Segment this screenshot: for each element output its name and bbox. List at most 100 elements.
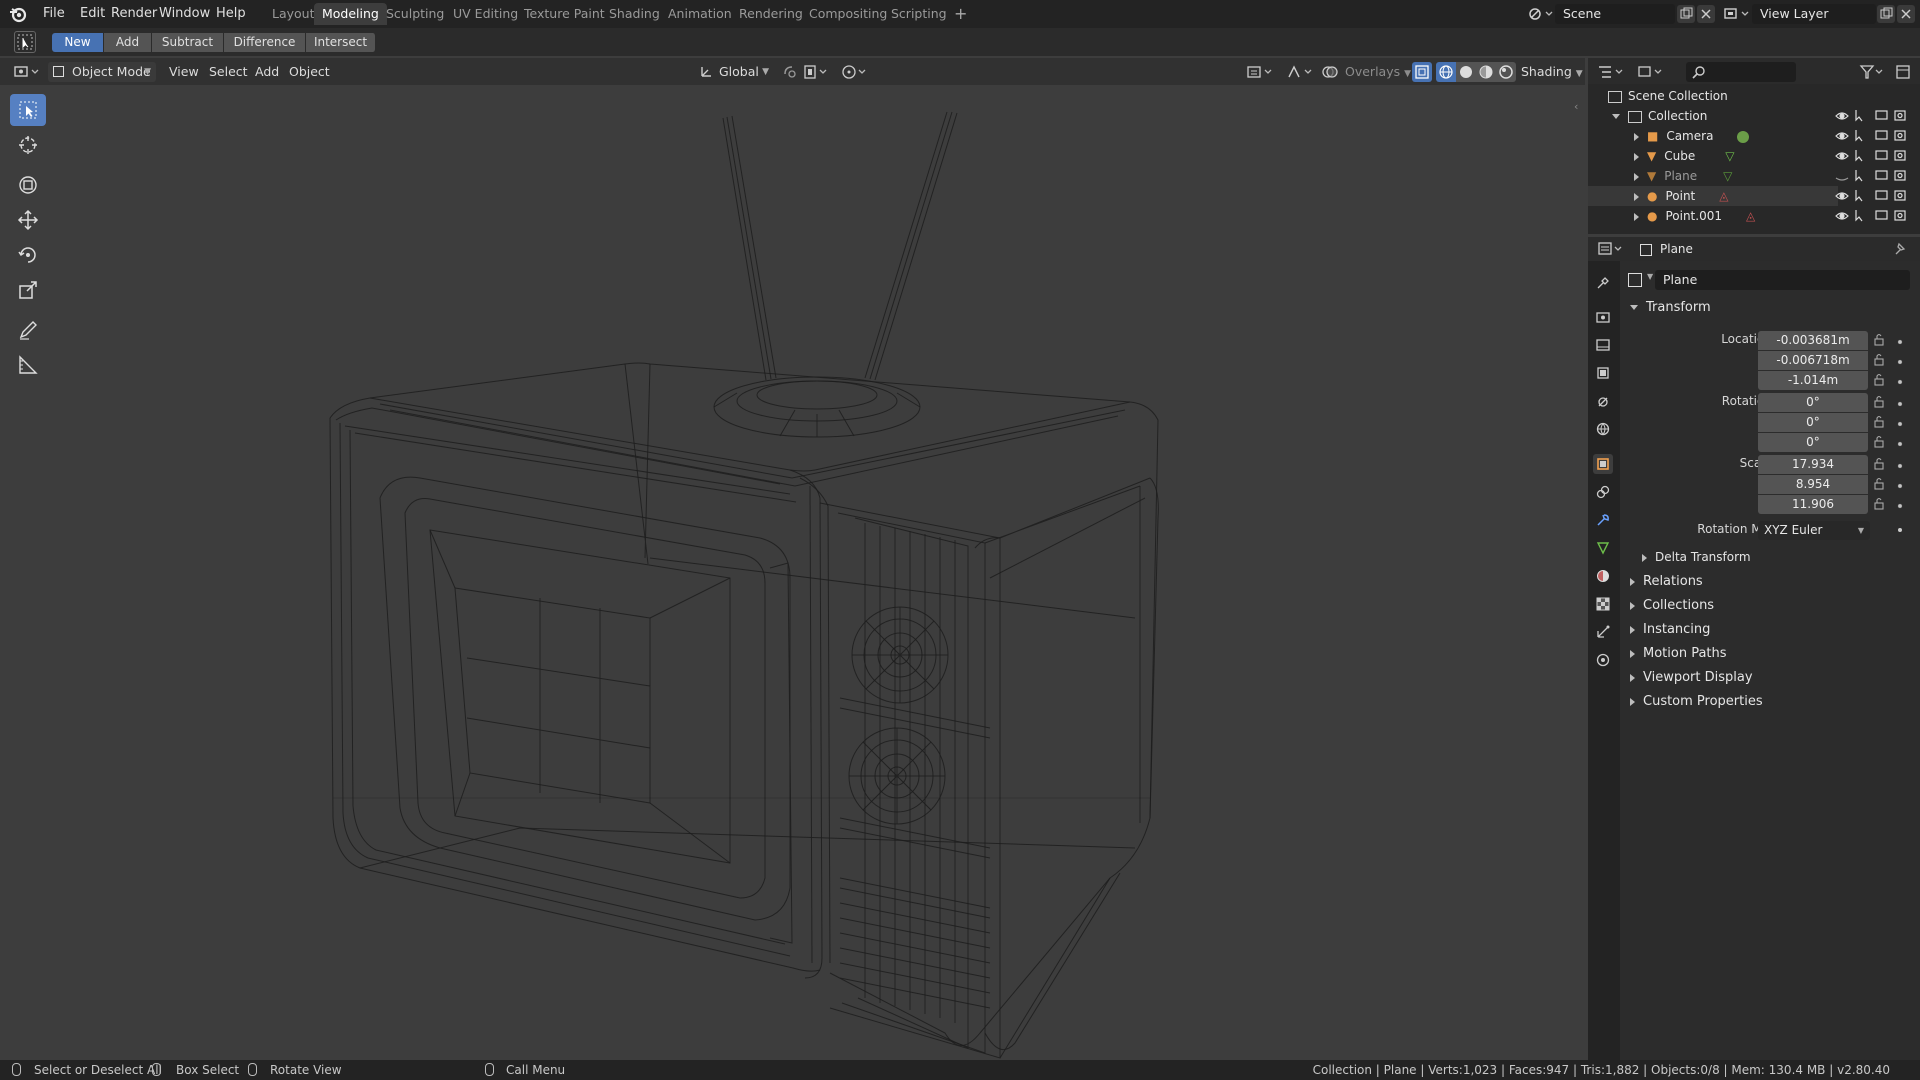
outliner-item-cube[interactable]: ▼ Cube ▽ — [1634, 146, 1734, 166]
overlays-dropdown[interactable]: Overlays ▼ — [1340, 62, 1416, 82]
transform-panel-header[interactable]: Transform — [1630, 300, 1711, 315]
duplicate-scene-icon[interactable] — [1677, 5, 1695, 23]
tool-select-box[interactable] — [10, 94, 46, 126]
outliner-item-camera[interactable]: ■ Camera — [1634, 126, 1750, 146]
tab-scripting[interactable]: Scripting — [883, 3, 955, 25]
location-z-field[interactable]: -1.014m — [1758, 371, 1868, 390]
bool-subtract-button[interactable]: Subtract — [152, 33, 224, 52]
add-workspace-icon[interactable]: + — [946, 3, 975, 25]
properties-editor-type-icon[interactable] — [1596, 239, 1626, 259]
tab-texture-paint[interactable]: Texture Paint — [516, 3, 613, 25]
bool-intersect-button[interactable]: Intersect — [306, 33, 376, 52]
remove-scene-icon[interactable] — [1697, 5, 1715, 23]
rotation-x-field[interactable]: 0° — [1758, 393, 1868, 412]
remove-view-layer-icon[interactable] — [1897, 5, 1915, 23]
outliner-item-point[interactable]: ● Point ◬ — [1634, 186, 1728, 206]
material-tab-icon[interactable] — [1593, 566, 1613, 586]
constraints-tab-icon[interactable] — [1593, 482, 1613, 502]
wireframe-shading-icon[interactable] — [1436, 62, 1456, 82]
proportional-editing-icon[interactable] — [840, 62, 870, 82]
bool-add-button[interactable]: Add — [104, 33, 152, 52]
editor-type-icon[interactable] — [12, 62, 42, 82]
menu-file[interactable]: File — [38, 4, 70, 24]
bool-new-button[interactable]: New — [52, 33, 104, 52]
tool-transform[interactable] — [10, 169, 46, 201]
tab-shading[interactable]: Shading — [601, 3, 668, 25]
scale-y-field[interactable]: 8.954 — [1758, 475, 1868, 494]
xray-toggle-icon[interactable] — [1412, 62, 1432, 82]
particles-tab-icon[interactable] — [1593, 622, 1613, 642]
pivot-point-icon[interactable] — [780, 62, 800, 82]
rotation-y-field[interactable]: 0° — [1758, 413, 1868, 432]
blender-logo-icon[interactable] — [8, 4, 28, 24]
expand-arrow-icon[interactable] — [1634, 172, 1639, 181]
collections-panel-header[interactable]: Collections — [1630, 598, 1714, 613]
instancing-panel-header[interactable]: Instancing — [1630, 622, 1710, 637]
menu-help[interactable]: Help — [211, 4, 251, 24]
render-tab-icon[interactable] — [1593, 307, 1613, 327]
custom-properties-panel-header[interactable]: Custom Properties — [1630, 694, 1763, 709]
object-mode-dropdown[interactable]: Object Mode ▼ — [48, 62, 156, 82]
duplicate-view-layer-icon[interactable] — [1877, 5, 1895, 23]
object-data-tab-icon[interactable] — [1593, 538, 1613, 558]
new-collection-icon[interactable] — [1893, 62, 1913, 82]
outliner-item-point-001[interactable]: ● Point.001 ◬ — [1634, 206, 1755, 226]
scene-name-field[interactable]: Scene — [1555, 4, 1675, 24]
object-datablock-icon[interactable] — [1628, 273, 1642, 287]
tab-uv-editing[interactable]: UV Editing — [445, 3, 526, 25]
tool-measure[interactable] — [10, 349, 46, 381]
view-layer-selector-icon[interactable] — [1722, 4, 1752, 24]
delta-transform-subpanel[interactable]: Delta Transform — [1642, 550, 1751, 564]
outliner-search-input[interactable] — [1686, 62, 1796, 82]
menu-add[interactable]: Add — [250, 62, 284, 82]
solid-shading-icon[interactable] — [1456, 62, 1476, 82]
transform-lock-icons[interactable] — [1872, 331, 1912, 517]
outliner-editor-type-icon[interactable] — [1596, 62, 1626, 82]
tool-annotate[interactable] — [10, 314, 46, 346]
rotation-z-field[interactable]: 0° — [1758, 433, 1868, 452]
tab-sculpting[interactable]: Sculpting — [378, 3, 452, 25]
object-name-field[interactable]: Plane — [1655, 270, 1910, 290]
filter-icon[interactable] — [1858, 62, 1886, 82]
expand-arrow-icon[interactable] — [1612, 114, 1620, 119]
tab-compositing[interactable]: Compositing — [801, 3, 895, 25]
modifiers-wrench-icon[interactable] — [1593, 510, 1613, 530]
overlays-toggle-icon[interactable] — [1320, 62, 1340, 82]
tab-animation[interactable]: Animation — [660, 3, 740, 25]
outliner-scene-collection-row[interactable]: Scene Collection — [1608, 86, 1728, 106]
transform-orientation-dropdown[interactable]: Global ▼ — [695, 62, 773, 82]
visibility-toggle-icons[interactable] — [1834, 106, 1918, 232]
physics-tab-icon[interactable] — [1593, 650, 1613, 670]
snap-icon[interactable] — [802, 62, 832, 82]
scale-z-field[interactable]: 11.906 — [1758, 495, 1868, 514]
tool-scale[interactable] — [10, 274, 46, 306]
viewport-display-panel-header[interactable]: Viewport Display — [1630, 670, 1753, 685]
relations-panel-header[interactable]: Relations — [1630, 574, 1703, 589]
tool-settings-tab-icon[interactable] — [1593, 273, 1613, 293]
material-preview-icon[interactable] — [1476, 62, 1496, 82]
tool-rotate[interactable] — [10, 239, 46, 271]
expand-arrow-icon[interactable] — [1634, 212, 1639, 221]
tool-cursor[interactable] — [10, 129, 46, 161]
menu-object[interactable]: Object — [284, 62, 335, 82]
menu-view[interactable]: View — [164, 62, 204, 82]
view-object-types-icon[interactable] — [1244, 62, 1276, 82]
tool-move[interactable] — [10, 204, 46, 236]
rotation-mode-keyframe-dot[interactable] — [1898, 528, 1902, 532]
rendered-shading-icon[interactable] — [1496, 62, 1516, 82]
shading-dropdown[interactable]: Shading ▼ — [1516, 62, 1588, 82]
pin-icon[interactable] — [1892, 240, 1908, 258]
view-layer-name-field[interactable]: View Layer — [1752, 4, 1876, 24]
scene-selector-icon[interactable] — [1526, 4, 1556, 24]
display-mode-icon[interactable] — [1636, 62, 1666, 82]
outliner-collection-row[interactable]: Collection — [1612, 106, 1707, 126]
location-x-field[interactable]: -0.003681m — [1758, 331, 1868, 350]
bool-difference-button[interactable]: Difference — [224, 33, 306, 52]
object-tab-icon[interactable] — [1593, 454, 1613, 474]
sidebar-toggle-icon[interactable]: ‹ — [1574, 100, 1584, 114]
location-y-field[interactable]: -0.006718m — [1758, 351, 1868, 370]
tab-rendering[interactable]: Rendering — [731, 3, 811, 25]
rotation-mode-dropdown[interactable]: XYZ Euler ▼ — [1758, 521, 1870, 540]
menu-edit[interactable]: Edit — [75, 4, 110, 24]
expand-arrow-icon[interactable] — [1634, 132, 1639, 141]
